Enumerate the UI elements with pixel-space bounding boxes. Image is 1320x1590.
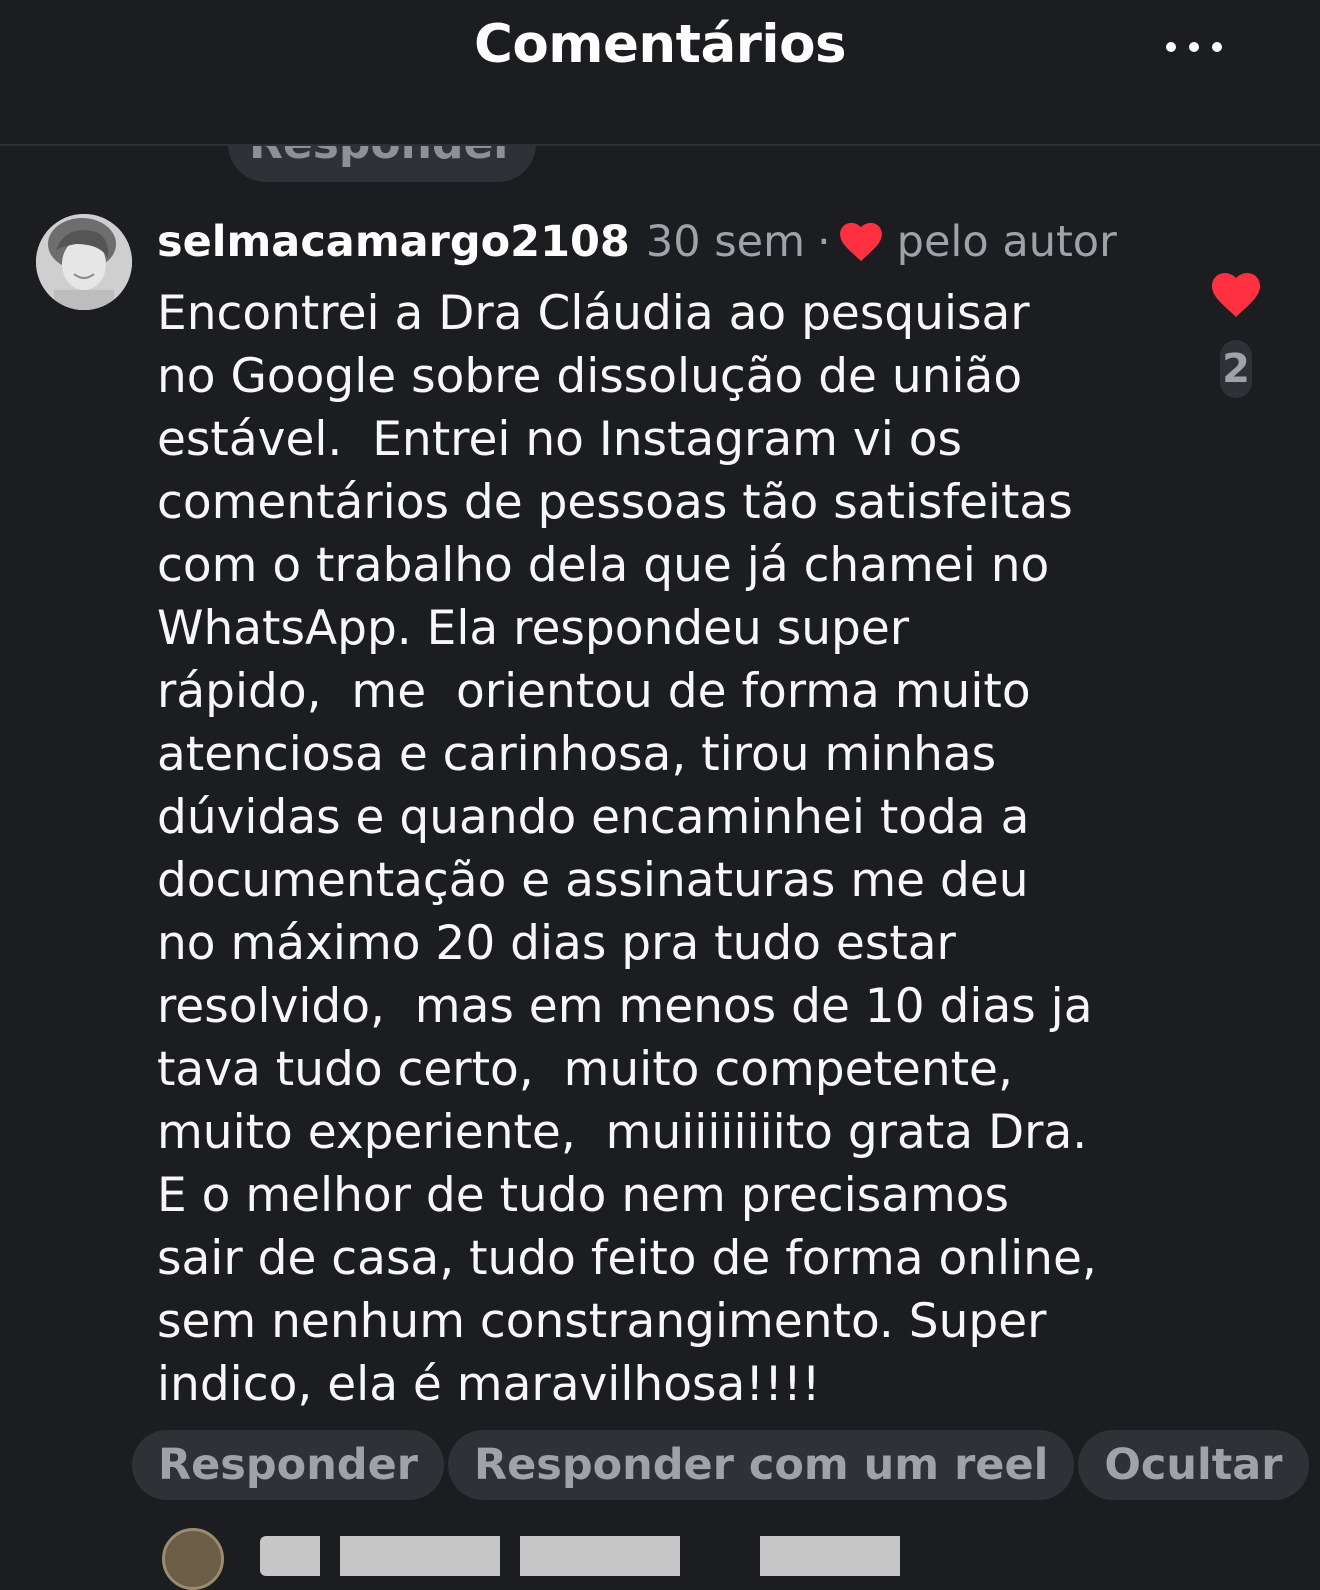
liked-by-author-label: pelo autor <box>896 217 1117 267</box>
next-comment-avatar[interactable] <box>162 1528 224 1590</box>
reply-button[interactable]: Responder <box>132 1430 444 1500</box>
more-dot <box>1212 42 1222 52</box>
heart-icon <box>839 222 882 262</box>
comment-meta: selmacamargo2108 30 sem · pelo autor <box>157 212 1117 272</box>
reply-with-reel-button[interactable]: Responder com um reel <box>447 1430 1075 1500</box>
avatar[interactable] <box>36 214 132 310</box>
comments-header: Comentários <box>0 0 1320 146</box>
more-dot <box>1166 42 1176 52</box>
username-link[interactable]: selmacamargo2108 <box>157 217 630 267</box>
heart-icon[interactable] <box>1210 272 1262 318</box>
comment-text: Encontrei a Dra Cláudia ao pesquisar no … <box>157 286 1097 1412</box>
comment-actions: Responder Responder com um reel Ocultar <box>132 1430 1309 1500</box>
avatar-photo <box>36 214 132 310</box>
meta-separator: · <box>817 217 831 267</box>
more-options-icon[interactable] <box>1166 36 1222 58</box>
like-count[interactable]: 2 <box>1220 340 1252 398</box>
next-comment-header-peek <box>260 1536 1020 1576</box>
more-dot <box>1189 42 1199 52</box>
page-title: Comentários <box>473 14 847 75</box>
hide-button[interactable]: Ocultar <box>1078 1430 1309 1500</box>
comment-time: 30 sem <box>645 217 805 267</box>
